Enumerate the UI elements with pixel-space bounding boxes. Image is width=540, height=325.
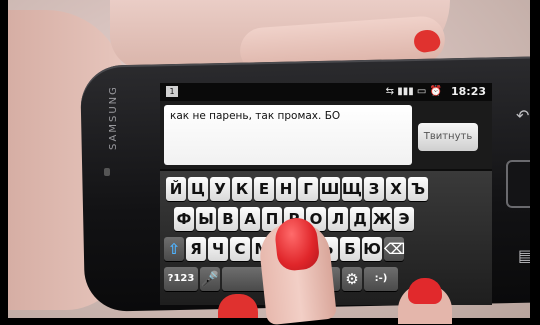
key-row1-0[interactable]: Й — [166, 177, 186, 201]
key-row3-2[interactable]: Ч — [208, 237, 228, 261]
key-row3-10[interactable]: ⌫ — [384, 237, 405, 261]
key-row3-9[interactable]: Ю — [362, 237, 382, 261]
key-row1-10[interactable]: Х — [386, 177, 406, 201]
key-row1-3[interactable]: К — [232, 177, 252, 201]
letterbox-left — [0, 0, 8, 318]
key-row2-0[interactable]: Ф — [174, 207, 194, 231]
key-row1-1[interactable]: Ц — [188, 177, 208, 201]
key-row3-1[interactable]: Я — [186, 237, 206, 261]
key-row2-9[interactable]: Ж — [372, 207, 392, 231]
key-row2-7[interactable]: Л — [328, 207, 348, 231]
key-row2-2[interactable]: В — [218, 207, 238, 231]
brand-label: SAMSUNG — [108, 85, 119, 150]
tweet-button[interactable]: Твитнуть — [418, 123, 478, 151]
status-icons: ⇆ ▮▮▮ ▭ ⏰ — [385, 86, 442, 97]
key-row1-6[interactable]: Г — [298, 177, 318, 201]
key-row2-8[interactable]: Д — [350, 207, 370, 231]
key-row1-2[interactable]: У — [210, 177, 230, 201]
key-row1-7[interactable]: Ш — [320, 177, 340, 201]
key-row3-8[interactable]: Б — [340, 237, 360, 261]
key-row3-0[interactable]: ⇧ — [164, 237, 184, 261]
compose-area: как не парень, так промах. БО Твитнуть — [160, 101, 492, 169]
key-row2-10[interactable]: Э — [394, 207, 414, 231]
fingernail-right — [408, 278, 442, 304]
letterbox-right — [530, 0, 540, 318]
key-row2-3[interactable]: А — [240, 207, 260, 231]
key-row4-0[interactable]: ?123 — [164, 267, 198, 291]
notification-icon[interactable]: 1 — [166, 86, 178, 97]
tweet-text-input[interactable]: как не парень, так промах. БО — [164, 105, 412, 165]
key-row4-1[interactable]: 🎤 — [200, 267, 220, 291]
status-bar: 1 ⇆ ▮▮▮ ▭ ⏰ 18:23 — [160, 83, 492, 101]
back-icon[interactable]: ↶ — [516, 106, 529, 125]
key-row1-11[interactable]: Ъ — [408, 177, 428, 201]
key-row1-4[interactable]: Е — [254, 177, 274, 201]
key-row3-3[interactable]: С — [230, 237, 250, 261]
keyboard-row-1: ЙЦУКЕНГШЩЗХЪ — [166, 177, 428, 203]
key-row4-5[interactable]: :-) — [364, 267, 398, 291]
key-row4-4[interactable]: ⚙ — [342, 267, 362, 291]
earpiece — [104, 168, 110, 176]
fingernail-left — [218, 294, 258, 318]
status-time: 18:23 — [450, 85, 486, 98]
key-row1-8[interactable]: Щ — [342, 177, 362, 201]
key-row1-5[interactable]: Н — [276, 177, 296, 201]
key-row1-9[interactable]: З — [364, 177, 384, 201]
key-row2-1[interactable]: Ы — [196, 207, 216, 231]
